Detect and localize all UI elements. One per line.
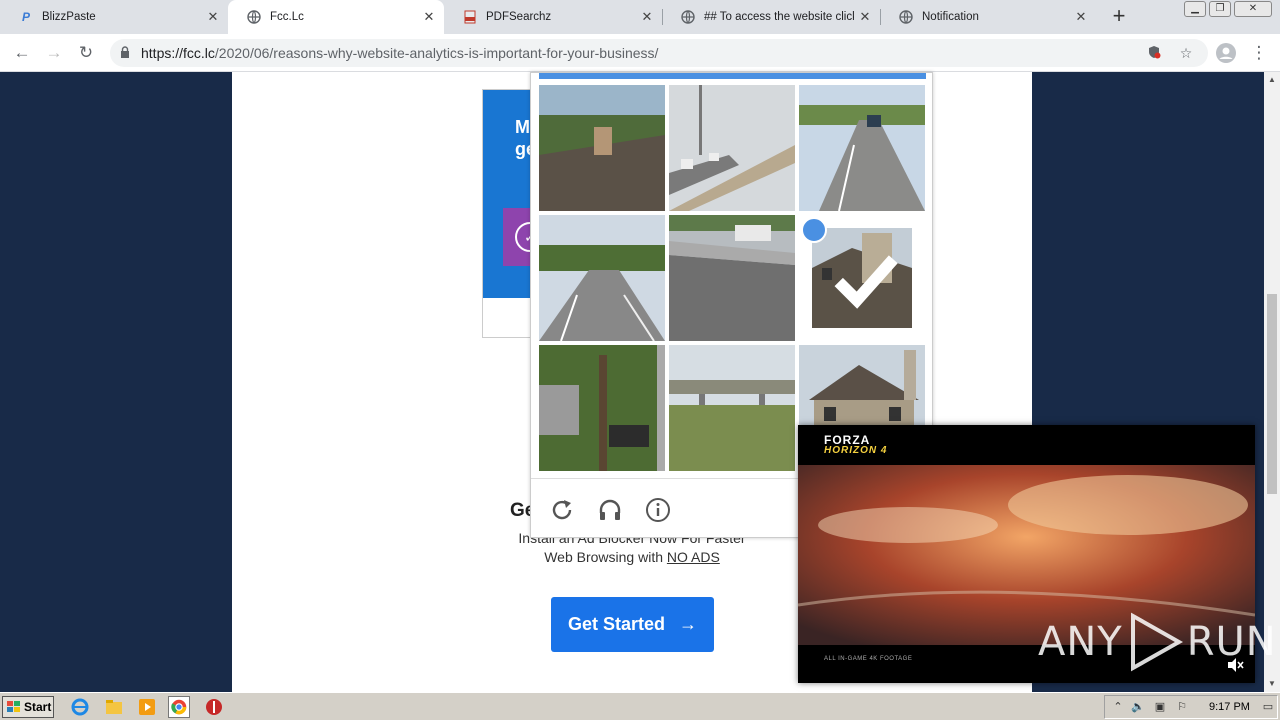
lock-icon bbox=[121, 46, 129, 58]
reload-icon[interactable] bbox=[549, 497, 575, 523]
checkmark-icon bbox=[801, 217, 898, 309]
close-icon[interactable]: ✕ bbox=[858, 10, 872, 24]
url-host: https://fcc.lc bbox=[141, 45, 215, 61]
folder-icon[interactable] bbox=[104, 697, 124, 717]
pdf-icon bbox=[462, 9, 478, 25]
back-button[interactable]: ← bbox=[10, 41, 34, 65]
captcha-tile[interactable] bbox=[669, 345, 795, 471]
captcha-header bbox=[539, 73, 926, 79]
address-bar[interactable]: https://fcc.lc/2020/06/reasons-why-websi… bbox=[110, 39, 1208, 67]
close-icon[interactable]: ✕ bbox=[640, 10, 654, 24]
close-icon[interactable]: ✕ bbox=[422, 10, 436, 24]
globe-icon bbox=[898, 9, 914, 25]
avatar[interactable] bbox=[1214, 41, 1238, 65]
tab-pdfsearchz[interactable]: PDFSearchz ✕ bbox=[444, 0, 662, 34]
tab-strip: P BlizzPaste ✕ Fcc.Lc ✕ PDFSearchz ✕ ## … bbox=[0, 0, 1280, 34]
windows-flag-icon bbox=[7, 701, 20, 712]
watermark-right: RUN bbox=[1186, 619, 1277, 665]
forward-button[interactable]: → bbox=[42, 41, 66, 65]
volume-icon[interactable]: 🔈 bbox=[1131, 700, 1145, 714]
tray-expand-icon[interactable]: ⌃ bbox=[1111, 700, 1125, 714]
captcha-tile[interactable] bbox=[669, 215, 795, 341]
tab-blizzpaste[interactable]: P BlizzPaste ✕ bbox=[0, 0, 228, 34]
anyrun-watermark: ANY RUN bbox=[1038, 612, 1277, 672]
tab-title: PDFSearchz bbox=[486, 11, 552, 23]
system-tray: ⌃ 🔈 ▣ ⚐ 9:17 PM ▭ bbox=[1104, 695, 1278, 719]
get-started-button[interactable]: Get Started → bbox=[551, 597, 714, 652]
globe-icon bbox=[680, 9, 696, 25]
captcha-tile[interactable] bbox=[539, 85, 665, 211]
start-button[interactable]: Start bbox=[2, 696, 54, 718]
ie-icon[interactable] bbox=[70, 697, 90, 717]
window-close-button[interactable]: ✕ bbox=[1234, 1, 1272, 17]
close-icon[interactable]: ✕ bbox=[206, 10, 220, 24]
video-caption: ALL IN-GAME 4K FOOTAGE bbox=[824, 656, 913, 662]
tab-title: BlizzPaste bbox=[42, 11, 96, 23]
restore-button[interactable]: ❐ bbox=[1209, 1, 1231, 17]
captcha-tile[interactable] bbox=[669, 85, 795, 211]
minimize-button[interactable]: ▁ bbox=[1184, 1, 1206, 17]
show-desktop-icon[interactable]: ▭ bbox=[1261, 700, 1275, 714]
tab-title: Notification bbox=[922, 11, 979, 23]
taskbar: Start ⌃ 🔈 ▣ ⚐ 9:17 PM ▭ bbox=[0, 692, 1280, 720]
watermark-left: ANY bbox=[1038, 619, 1123, 665]
browser-toolbar: ← → ↻ https://fcc.lc/2020/06/reasons-why… bbox=[0, 34, 1280, 72]
globe-icon bbox=[246, 9, 262, 25]
shield-icon[interactable] bbox=[1146, 45, 1162, 61]
close-icon[interactable]: ✕ bbox=[1074, 10, 1088, 24]
audio-icon[interactable] bbox=[597, 497, 623, 523]
captcha-tile-selected[interactable] bbox=[799, 215, 925, 341]
video-logo-subtitle: HORIZON 4 bbox=[824, 445, 888, 456]
page-scrollbar[interactable]: ▲ ▼ bbox=[1264, 72, 1280, 692]
flag-icon[interactable]: ⚐ bbox=[1175, 700, 1189, 714]
network-icon[interactable]: ▣ bbox=[1153, 700, 1167, 714]
start-label: Start bbox=[24, 700, 52, 714]
media-player-icon[interactable] bbox=[137, 697, 157, 717]
no-ads-link[interactable]: NO ADS bbox=[667, 549, 720, 565]
info-icon[interactable] bbox=[645, 497, 671, 523]
blizzpaste-icon: P bbox=[21, 10, 30, 24]
tab-fcc-lc[interactable]: Fcc.Lc ✕ bbox=[228, 0, 444, 34]
clock[interactable]: 9:17 PM bbox=[1209, 701, 1250, 713]
play-icon bbox=[1130, 612, 1183, 672]
chrome-icon[interactable] bbox=[168, 696, 190, 718]
scroll-thumb[interactable] bbox=[1267, 294, 1277, 494]
url-text: https://fcc.lc/2020/06/reasons-why-websi… bbox=[141, 45, 658, 61]
tab-notification[interactable]: Notification ✕ bbox=[880, 0, 1096, 34]
arrow-right-icon: → bbox=[679, 614, 698, 634]
get-started-label: Get Started bbox=[567, 614, 666, 634]
forza-logo: FORZA HORIZON 4 bbox=[824, 433, 887, 456]
menu-icon[interactable]: ⋮ bbox=[1247, 41, 1271, 65]
promo-line2: Web Browsing with NO ADS bbox=[432, 548, 832, 567]
new-tab-button[interactable]: + bbox=[1108, 5, 1130, 28]
tab-title: ## To access the website click t bbox=[704, 11, 854, 23]
scroll-up-arrow-icon[interactable]: ▲ bbox=[1264, 72, 1280, 88]
tab-title: Fcc.Lc bbox=[270, 11, 304, 23]
tab-access-website[interactable]: ## To access the website click t ✕ bbox=[662, 0, 880, 34]
captcha-tile[interactable] bbox=[799, 85, 925, 211]
stop-icon[interactable] bbox=[204, 697, 224, 717]
promo-line2-prefix: Web Browsing with bbox=[544, 549, 667, 565]
captcha-tile[interactable] bbox=[539, 345, 665, 471]
reload-button[interactable]: ↻ bbox=[74, 41, 98, 65]
url-path: /2020/06/reasons-why-website-analytics-i… bbox=[214, 45, 659, 61]
captcha-tile[interactable] bbox=[539, 215, 665, 341]
star-icon[interactable]: ☆ bbox=[1178, 45, 1194, 61]
scroll-down-arrow-icon[interactable]: ▼ bbox=[1264, 676, 1280, 692]
